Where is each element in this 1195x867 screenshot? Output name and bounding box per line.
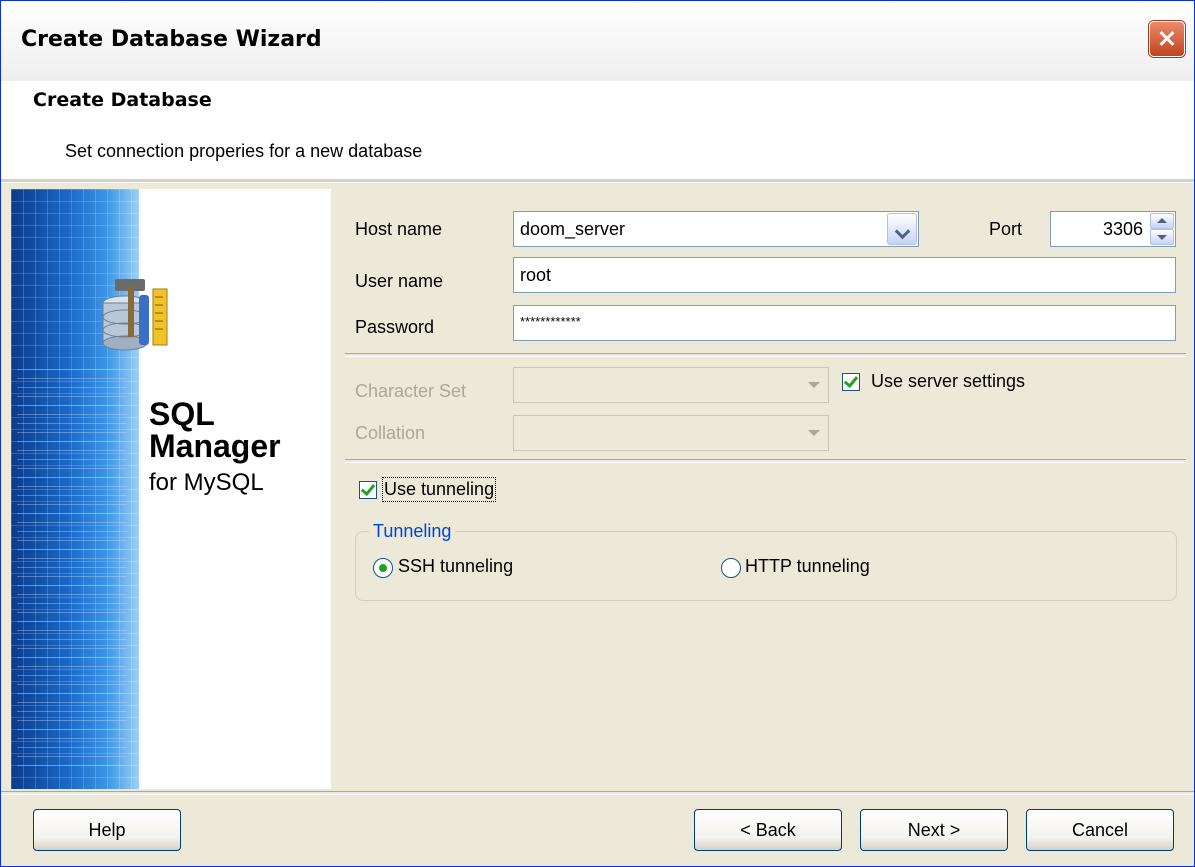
- spin-buttons[interactable]: [1150, 213, 1174, 245]
- port-spinner[interactable]: 3306: [1050, 211, 1176, 247]
- wizard-header: Create Database Set connection properies…: [1, 81, 1194, 181]
- use-server-settings-checkbox[interactable]: [842, 373, 860, 391]
- section-divider: [345, 353, 1186, 357]
- port-value: 3306: [1102, 219, 1143, 239]
- use-tunneling-label[interactable]: Use tunneling: [381, 477, 497, 502]
- database-tools-icon: [102, 279, 168, 351]
- use-server-settings-label[interactable]: Use server settings: [871, 371, 1025, 392]
- brand-sql: SQL: [149, 396, 215, 432]
- close-icon[interactable]: [1149, 21, 1185, 57]
- host-name-label: Host name: [355, 219, 443, 239]
- wizard-window: Create Database Wizard Create Database S…: [0, 0, 1195, 867]
- http-tunneling-radio[interactable]: [721, 558, 741, 578]
- collation-combo[interactable]: [513, 415, 829, 451]
- character-set-label: Character Set: [355, 381, 467, 401]
- password-value: ************: [520, 314, 581, 329]
- http-tunneling-label[interactable]: HTTP tunneling: [745, 556, 870, 577]
- chevron-down-icon[interactable]: [887, 213, 917, 245]
- section-divider: [345, 459, 1186, 463]
- spin-up-icon[interactable]: [1150, 213, 1174, 229]
- tunneling-group-label: Tunneling: [369, 521, 456, 542]
- user-name-value: root: [520, 265, 552, 285]
- footer-divider: [1, 791, 1194, 795]
- spin-down-icon[interactable]: [1150, 229, 1174, 245]
- sidebar-banner: SQL Manager for MySQL: [11, 189, 331, 789]
- host-name-combo[interactable]: doom_server: [513, 211, 919, 247]
- ssh-tunneling-label[interactable]: SSH tunneling: [398, 556, 513, 577]
- ssh-tunneling-radio[interactable]: [373, 558, 393, 578]
- brand-for-mysql: for MySQL: [149, 469, 264, 496]
- chevron-down-icon: [808, 382, 820, 388]
- next-button[interactable]: Next >: [860, 809, 1008, 851]
- user-name-field[interactable]: root: [513, 257, 1176, 293]
- host-name-value: doom_server: [520, 219, 626, 239]
- character-set-combo[interactable]: [513, 367, 829, 403]
- back-button[interactable]: < Back: [694, 809, 842, 851]
- page-subtitle: Set connection properies for a new datab…: [65, 141, 423, 161]
- collation-label: Collation: [355, 423, 426, 443]
- page-title: Create Database: [33, 89, 212, 111]
- chevron-down-icon: [808, 430, 820, 436]
- port-label: Port: [989, 219, 1023, 239]
- brand-manager: Manager: [149, 428, 281, 464]
- use-tunneling-checkbox[interactable]: [359, 481, 377, 499]
- password-label: Password: [355, 317, 435, 337]
- window-title: Create Database Wizard: [21, 27, 322, 52]
- user-name-label: User name: [355, 271, 444, 291]
- cancel-button[interactable]: Cancel: [1026, 809, 1174, 851]
- header-divider: [1, 179, 1194, 183]
- password-field[interactable]: ************: [513, 305, 1176, 341]
- title-bar[interactable]: Create Database Wizard: [1, 1, 1194, 81]
- help-button[interactable]: Help: [33, 809, 181, 851]
